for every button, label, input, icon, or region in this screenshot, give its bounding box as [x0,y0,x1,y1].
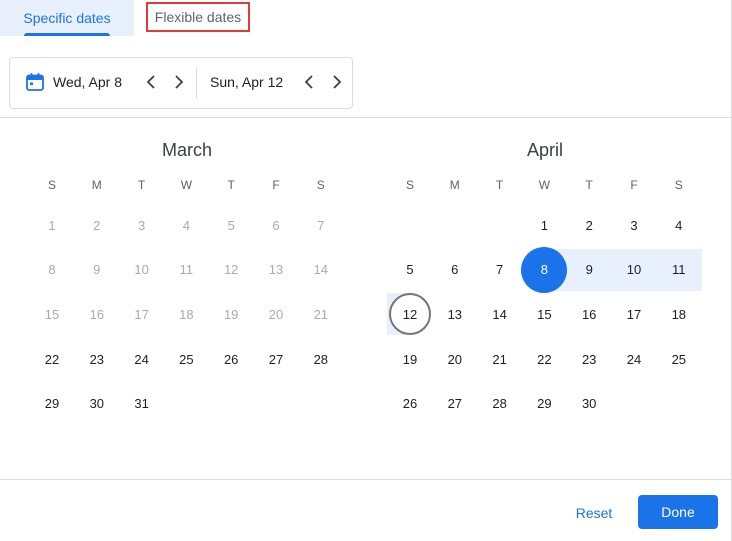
calendar-day: 16 [89,306,105,322]
weekday-header: T [585,178,593,192]
calendar-day[interactable]: 29 [32,384,72,424]
calendar-day[interactable]: 3 [614,205,654,245]
header-divider [0,117,732,118]
calendar-day: 5 [227,217,235,233]
calendar-day[interactable]: 1 [524,205,564,245]
calendar-day: 4 [182,217,190,233]
calendar-day[interactable]: 27 [435,384,475,424]
calendar-day[interactable]: 2 [569,205,609,245]
calendar-day: 8 [48,262,56,278]
calendar-day: 15 [44,306,60,322]
calendar-day[interactable]: 24 [122,339,162,379]
calendar-day[interactable]: 21 [480,339,520,379]
weekday-header: S [674,178,683,192]
chevron-right-icon [333,75,342,89]
date-separator [196,67,197,99]
calendar-day[interactable]: 16 [569,294,609,334]
calendar-day[interactable]: 31 [122,384,162,424]
calendar-day[interactable]: 26 [211,339,251,379]
calendar-day: 21 [313,306,329,322]
calendar-day: 1 [48,217,56,233]
calendar-day: 6 [272,217,280,233]
calendar-day[interactable]: 7 [480,250,520,290]
calendar-day: 12 [223,262,239,278]
end-date-field[interactable]: Sun, Apr 12 [210,74,283,90]
calendar-day[interactable]: 30 [77,384,117,424]
calendar-day[interactable]: 23 [569,339,609,379]
reset-button[interactable]: Reset [563,497,625,529]
active-tab-indicator [24,33,110,36]
calendar-day[interactable]: 18 [659,294,699,334]
calendar-day[interactable]: 22 [524,339,564,379]
calendar-day: 2 [93,217,101,233]
calendar-day: 9 [93,262,101,278]
tab-flexible-dates-label: Flexible dates [154,9,242,25]
calendar-day: 17 [134,306,149,322]
start-date-field[interactable]: Wed, Apr 8 [53,74,122,90]
calendar-day[interactable]: 26 [390,384,430,424]
calendar-day: 13 [268,262,284,278]
weekday-header: T [495,178,504,192]
done-button[interactable]: Done [638,495,718,529]
calendar-day[interactable]: 9 [569,250,609,290]
calendar-day[interactable]: 30 [569,384,609,424]
calendar-day[interactable]: 27 [256,339,296,379]
calendar-day[interactable]: 14 [480,294,520,334]
date-range-bar: Wed, Apr 8 Sun, Apr 12 [9,57,353,109]
calendar-day[interactable]: 29 [524,384,564,424]
calendar-day[interactable]: 15 [524,294,564,334]
start-date-next-button[interactable] [167,70,191,94]
calendar-day: 19 [223,306,239,322]
weekday-header: S [47,178,56,192]
weekday-header: S [405,178,414,192]
calendar-day[interactable]: 13 [435,294,475,334]
weekday-header: M [91,178,102,192]
weekday-header: S [316,178,325,192]
calendar-day[interactable]: 5 [390,250,430,290]
weekday-header: F [272,178,280,192]
footer-divider [0,479,732,480]
calendar-day[interactable]: 28 [301,339,341,379]
selected-start-day[interactable]: 8 [521,246,568,293]
weekday-header: T [227,178,235,192]
calendar-day: 20 [268,306,284,322]
calendar-day[interactable]: 19 [390,339,430,379]
calendar-day: 10 [134,262,149,278]
calendar-day: 18 [179,306,194,322]
calendar-day: 11 [179,262,194,278]
calendar-day[interactable]: 28 [480,384,520,424]
end-date-next-button[interactable] [325,70,349,94]
month-title-march: March [161,140,212,160]
weekday-header: F [630,178,638,192]
calendar-day: 14 [313,262,329,278]
calendar-day[interactable]: 23 [77,339,117,379]
calendar-day[interactable]: 6 [435,250,475,290]
weekday-header: M [449,178,460,192]
chevron-right-icon [175,75,184,89]
calendar-day[interactable]: 25 [659,339,699,379]
calendar-day[interactable]: 10 [614,250,654,290]
weekday-header: W [538,178,551,192]
calendar-day[interactable]: 22 [32,339,72,379]
tab-specific-dates-label: Specific dates [23,10,111,26]
chevron-left-icon [304,75,313,89]
chevron-left-icon [146,75,155,89]
calendar-day[interactable]: 25 [166,339,206,379]
calendar-day: 7 [317,217,325,233]
calendar-day[interactable]: 20 [435,339,475,379]
calendar-day[interactable]: 24 [614,339,654,379]
calendar-icon [26,73,44,91]
calendar-day[interactable]: 11 [659,250,699,290]
calendar-day[interactable]: 4 [659,205,699,245]
selected-end-day[interactable]: 12 [389,293,431,336]
calendar-day: 3 [137,217,146,233]
tab-flexible-dates[interactable]: Flexible dates [146,2,250,32]
month-title-april: April [526,140,563,160]
tab-specific-dates[interactable]: Specific dates [0,0,134,36]
weekday-header: T [137,178,146,192]
start-date-prev-button[interactable] [139,70,163,94]
end-date-prev-button[interactable] [297,70,321,94]
calendar-day[interactable]: 17 [614,294,654,334]
weekday-header: W [180,178,193,192]
